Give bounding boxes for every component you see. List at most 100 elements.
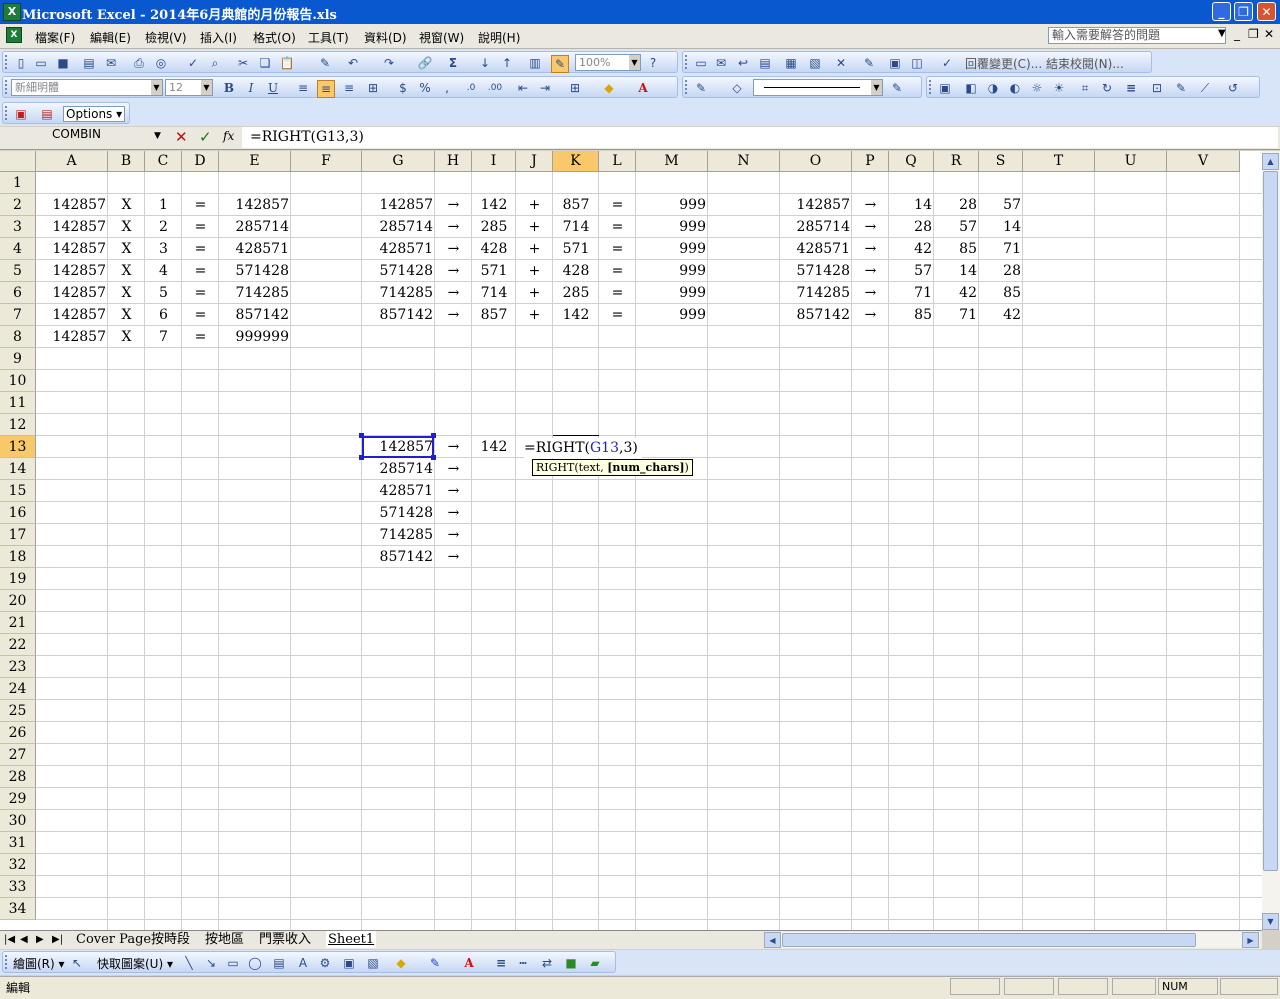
row-header-2[interactable]: 2 (0, 194, 36, 216)
row-header-3[interactable]: 3 (0, 216, 36, 238)
clipart-icon[interactable]: ▣ (341, 955, 357, 971)
row-header-15[interactable]: 15 (0, 480, 36, 502)
row-header-6[interactable]: 6 (0, 282, 36, 304)
erase-border-icon[interactable]: ◇ (729, 80, 745, 96)
cell-g2[interactable]: 142857 (362, 194, 435, 216)
cell-j2[interactable]: + (516, 194, 553, 216)
row-header-10[interactable]: 10 (0, 370, 36, 392)
cell-g6[interactable]: 714285 (362, 282, 435, 304)
fill-color-icon[interactable]: ◆ (601, 80, 617, 96)
row-header-12[interactable]: 12 (0, 414, 36, 436)
cell-c7[interactable]: 6 (145, 304, 182, 326)
cell-h4[interactable]: → (435, 238, 472, 260)
zoom-select[interactable]: 100% ▼ (575, 54, 641, 71)
cell-q5[interactable]: 57 (889, 260, 934, 282)
cell-l2[interactable]: = (599, 194, 636, 216)
percent-icon[interactable]: % (417, 80, 433, 96)
line-weight-icon[interactable]: ≡ (493, 955, 509, 971)
cell-g4[interactable]: 428571 (362, 238, 435, 260)
cell-k3[interactable]: 714 (553, 216, 599, 238)
new-icon[interactable]: ▯ (13, 55, 29, 71)
cell-r2[interactable]: 28 (934, 194, 979, 216)
next-sheet-icon[interactable]: ▶ (36, 931, 44, 948)
cell-j3[interactable]: + (516, 216, 553, 238)
cell-j7[interactable]: + (516, 304, 553, 326)
compare-icon[interactable]: ◫ (909, 55, 925, 71)
last-sheet-icon[interactable]: ▶| (52, 931, 63, 948)
column-header-p[interactable]: P (852, 151, 889, 172)
cell-i5[interactable]: 571 (472, 260, 516, 282)
options-button[interactable]: Options ▾ (63, 106, 126, 122)
row-header-29[interactable]: 29 (0, 788, 36, 810)
cell-c5[interactable]: 4 (145, 260, 182, 282)
underline-icon[interactable]: U (265, 80, 281, 96)
cell-b2[interactable]: X (108, 194, 145, 216)
cell-e4[interactable]: 428571 (219, 238, 291, 260)
zoom-dropdown-icon[interactable]: ▼ (629, 55, 640, 70)
scroll-left-icon[interactable]: ◀ (764, 932, 781, 948)
menu-file[interactable]: 檔案(F) (35, 29, 75, 46)
horizontal-scroll-thumb[interactable] (782, 933, 1196, 947)
cell-h2[interactable]: → (435, 194, 472, 216)
sort-asc-icon[interactable]: ↓ (477, 55, 493, 71)
column-header-e[interactable]: E (219, 151, 291, 172)
cell-k2[interactable]: 857 (553, 194, 599, 216)
cell-o3[interactable]: 285714 (780, 216, 852, 238)
cell-d6[interactable]: = (182, 282, 219, 304)
cell-h13[interactable]: → (435, 436, 472, 458)
autoshapes-menu[interactable]: 快取圖案(U) ▾ (97, 955, 173, 972)
cell-j5[interactable]: + (516, 260, 553, 282)
cell-d8[interactable]: = (182, 326, 219, 348)
row-header-8[interactable]: 8 (0, 326, 36, 348)
reviewing-actions[interactable]: 回覆變更(C)... 結束校閱(N)... (965, 55, 1124, 72)
column-header-l[interactable]: L (599, 151, 636, 172)
scroll-up-icon[interactable]: ▲ (1262, 153, 1279, 170)
column-header-i[interactable]: I (472, 151, 516, 172)
cell-p4[interactable]: → (852, 238, 889, 260)
cell-m3[interactable]: 999 (636, 216, 708, 238)
line-color-icon[interactable]: ✎ (889, 80, 905, 96)
cell-e5[interactable]: 571428 (219, 260, 291, 282)
cell-j4[interactable]: + (516, 238, 553, 260)
cell-h7[interactable]: → (435, 304, 472, 326)
scroll-down-icon[interactable]: ▼ (1262, 913, 1279, 930)
restore-button[interactable]: ❐ (1234, 2, 1253, 21)
horizontal-scrollbar[interactable]: ◀ ▶ (764, 932, 1260, 948)
merge-center-icon[interactable]: ⊞ (365, 80, 381, 96)
row-header-20[interactable]: 20 (0, 590, 36, 612)
cell-i3[interactable]: 285 (472, 216, 516, 238)
wordart-icon[interactable]: A (295, 955, 311, 971)
show-icon[interactable]: ▦ (783, 55, 799, 71)
cancel-icon[interactable]: ✕ (175, 128, 188, 146)
cell-d4[interactable]: = (182, 238, 219, 260)
cell-c4[interactable]: 3 (145, 238, 182, 260)
row-header-27[interactable]: 27 (0, 744, 36, 766)
menu-insert[interactable]: 插入(I) (200, 29, 237, 46)
cell-l4[interactable]: = (599, 238, 636, 260)
cell-a6[interactable]: 142857 (36, 282, 108, 304)
currency-icon[interactable]: $ (395, 80, 411, 96)
row-header-16[interactable]: 16 (0, 502, 36, 524)
cell-l6[interactable]: = (599, 282, 636, 304)
cell-a2[interactable]: 142857 (36, 194, 108, 216)
menu-view[interactable]: 檢視(V) (145, 29, 187, 46)
cell-p3[interactable]: → (852, 216, 889, 238)
cell-g3[interactable]: 285714 (362, 216, 435, 238)
cell-i2[interactable]: 142 (472, 194, 516, 216)
cell-i7[interactable]: 857 (472, 304, 516, 326)
cell-b7[interactable]: X (108, 304, 145, 326)
cell-o2[interactable]: 142857 (780, 194, 852, 216)
column-header-m[interactable]: M (636, 151, 708, 172)
rotate-icon[interactable]: ↻ (1099, 80, 1115, 96)
less-contrast-icon[interactable]: ◐ (1007, 80, 1023, 96)
compress-icon[interactable]: ⊡ (1149, 80, 1165, 96)
selection-handle[interactable] (431, 433, 436, 438)
column-header-j[interactable]: J (516, 151, 553, 172)
cell-b8[interactable]: X (108, 326, 145, 348)
cell-g17[interactable]: 714285 (362, 524, 435, 546)
font-color-icon[interactable]: A (635, 80, 651, 96)
cell-c2[interactable]: 1 (145, 194, 182, 216)
column-header-r[interactable]: R (934, 151, 979, 172)
format-picture-icon[interactable]: ✎ (1173, 80, 1189, 96)
draw-font-color-icon[interactable]: A (461, 955, 477, 971)
